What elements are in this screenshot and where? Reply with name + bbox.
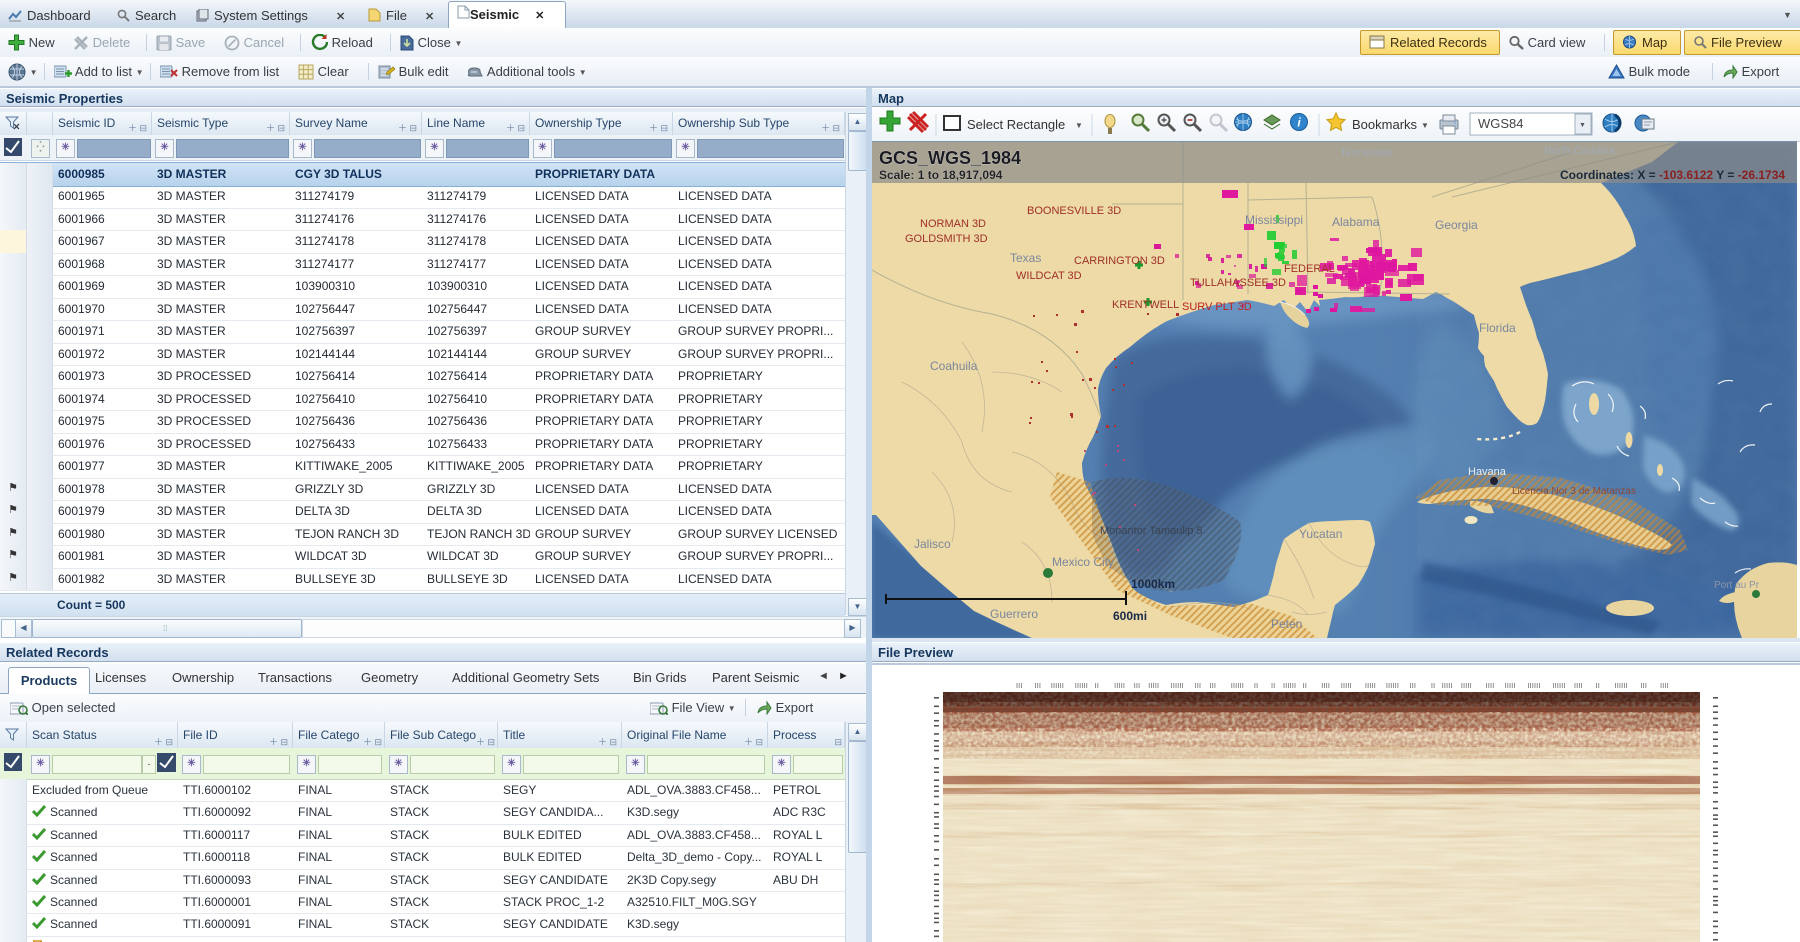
svg-text:Texas: Texas [1010, 251, 1041, 265]
svg-text:Tennessee: Tennessee [1340, 147, 1393, 159]
svg-text:Guerrero: Guerrero [990, 607, 1038, 621]
svg-text:Licencia Nor 3 de Matanzas: Licencia Nor 3 de Matanzas [1512, 486, 1636, 497]
svg-text:1000km: 1000km [1131, 577, 1175, 591]
svg-text:BOONESVILLE 3D: BOONESVILLE 3D [1027, 205, 1121, 217]
svg-text:Peten: Peten [1271, 617, 1302, 631]
svg-text:Georgia: Georgia [1435, 218, 1478, 232]
svg-text:Bookmarks: Bookmarks [1352, 117, 1418, 132]
svg-text:SURV PLT 3D: SURV PLT 3D [1182, 301, 1252, 313]
svg-text:Yucatan: Yucatan [1299, 527, 1342, 541]
svg-text:Scale: 1 to 18,917,094: Scale: 1 to 18,917,094 [879, 168, 1003, 182]
svg-text:GOLDSMITH 3D: GOLDSMITH 3D [905, 233, 988, 245]
svg-text:CARRINGTON 3D: CARRINGTON 3D [1074, 255, 1165, 267]
svg-text:Port au Pr: Port au Pr [1714, 580, 1760, 591]
svg-text:600mi: 600mi [1113, 609, 1147, 623]
svg-text:KRENTWELL: KRENTWELL [1112, 299, 1179, 311]
svg-text:Monantor Tamaulip 5: Monantor Tamaulip 5 [1100, 525, 1203, 537]
svg-text:FEDERAL: FEDERAL [1284, 263, 1335, 275]
svg-text:Coordinates: X = -103.6122 Y: Coordinates: X = -103.6122 Y = -26.1734 [1560, 168, 1785, 182]
svg-text:Jalisco: Jalisco [914, 537, 951, 551]
svg-text:Alabama: Alabama [1332, 215, 1380, 229]
svg-text:Select Rectangle: Select Rectangle [967, 117, 1065, 132]
svg-text:▼: ▼ [1421, 121, 1429, 130]
svg-text:TULLAHASSEE 3D: TULLAHASSEE 3D [1190, 277, 1286, 289]
svg-text:GCS_WGS_1984: GCS_WGS_1984 [879, 148, 1021, 168]
svg-text:Coahuila: Coahuila [930, 359, 978, 373]
svg-text:Mexico City: Mexico City [1052, 555, 1114, 569]
svg-text:▼: ▼ [1579, 122, 1586, 129]
svg-text:Florida: Florida [1479, 321, 1516, 335]
svg-text:NORMAN 3D: NORMAN 3D [920, 218, 986, 230]
svg-text:Havana: Havana [1468, 466, 1507, 478]
svg-text:WGS84: WGS84 [1478, 116, 1524, 131]
svg-text:▼: ▼ [1075, 121, 1083, 130]
svg-text:WILDCAT 3D: WILDCAT 3D [1016, 270, 1082, 282]
svg-text:North Carolina: North Carolina [1544, 145, 1616, 157]
svg-text:Mississippi: Mississippi [1245, 213, 1303, 227]
